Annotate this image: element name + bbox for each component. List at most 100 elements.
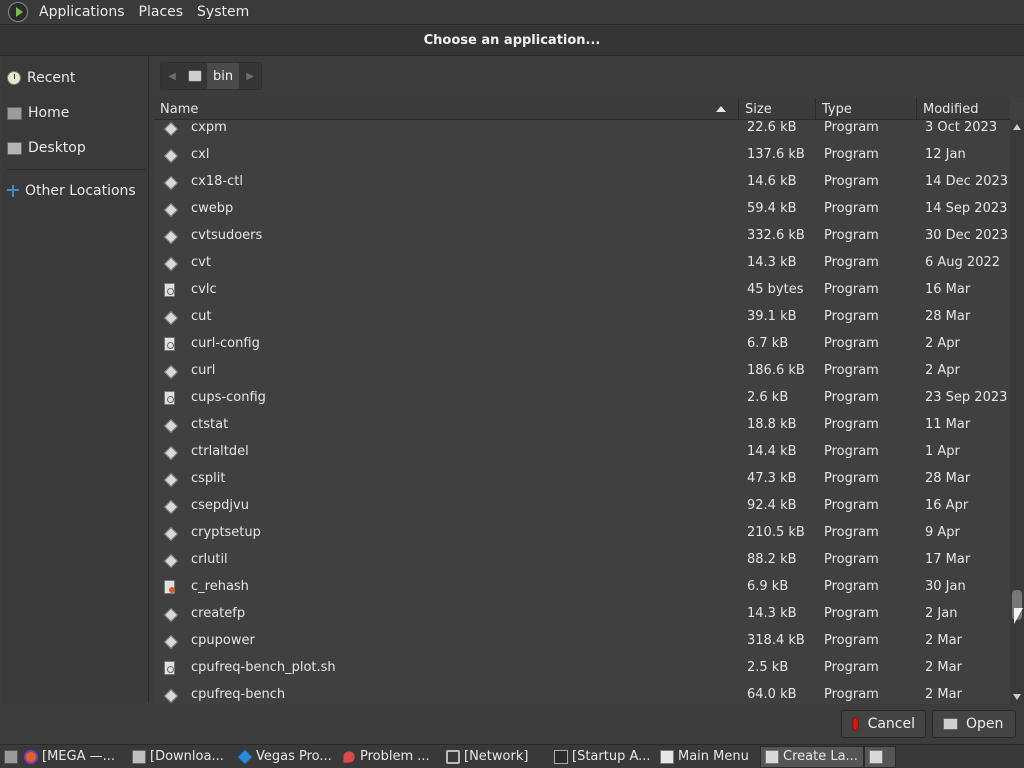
file-type: Program	[824, 552, 879, 567]
executable-icon	[164, 176, 176, 188]
executable-icon	[164, 257, 176, 269]
task-label: [MEGA —...	[42, 749, 115, 764]
file-icon-cell	[164, 546, 178, 573]
file-row[interactable]: cut 39.1 kB Program 28 Mar	[154, 303, 1010, 330]
column-size-header[interactable]: Size	[738, 98, 815, 120]
path-back-arrow-icon[interactable]: ◀	[161, 63, 183, 89]
file-name: cvt	[191, 255, 211, 270]
cancel-button[interactable]: Cancel	[841, 710, 926, 738]
column-name-header[interactable]: Name	[154, 98, 738, 120]
open-button[interactable]: Open	[932, 710, 1016, 738]
file-row[interactable]: cx18-ctl 14.6 kB Program 14 Dec 2023	[154, 168, 1010, 195]
column-modified-header[interactable]: Modified	[916, 98, 1010, 120]
file-row[interactable]: cvt 14.3 kB Program 6 Aug 2022	[154, 249, 1010, 276]
file-name: curl	[191, 363, 216, 378]
task-main-menu[interactable]: Main Menu	[656, 746, 760, 768]
path-crumb-current[interactable]: bin	[207, 63, 240, 89]
task-label: Create La...	[783, 749, 858, 764]
task-dialog[interactable]	[864, 745, 896, 768]
file-row[interactable]: csplit 47.3 kB Program 28 Mar	[154, 465, 1010, 492]
path-forward-arrow-icon[interactable]: ▶	[239, 63, 261, 89]
file-icon-cell	[164, 276, 178, 303]
sidebar-item-recent[interactable]: Recent	[2, 63, 149, 93]
file-row[interactable]: ctrlaltdel 14.4 kB Program 1 Apr	[154, 438, 1010, 465]
file-type: Program	[824, 417, 879, 432]
sidebar-item-desktop[interactable]: Desktop	[2, 133, 149, 163]
scroll-down-arrow-icon[interactable]	[1013, 694, 1021, 700]
file-row[interactable]: createfp 14.3 kB Program 2 Jan	[154, 600, 1010, 627]
script-icon	[164, 282, 175, 297]
file-row[interactable]: cpupower 318.4 kB Program 2 Mar	[154, 627, 1010, 654]
file-modified: 6 Aug 2022	[925, 255, 1001, 270]
file-row[interactable]: ctstat 18.8 kB Program 11 Mar	[154, 411, 1010, 438]
task-downloads[interactable]: [Downloa...	[128, 746, 234, 768]
network-icon	[446, 749, 460, 764]
file-row[interactable]: cryptsetup 210.5 kB Program 9 Apr	[154, 519, 1010, 546]
show-desktop-button[interactable]	[0, 746, 20, 768]
file-row[interactable]: curl-config 6.7 kB Program 2 Apr	[154, 330, 1010, 357]
file-modified: 2 Mar	[925, 687, 962, 702]
path-root-button[interactable]	[183, 63, 207, 89]
file-size: 210.5 kB	[747, 525, 805, 540]
task-mega[interactable]: [MEGA —...	[20, 746, 128, 768]
file-icon-cell	[164, 303, 178, 330]
task-problem[interactable]: Problem ...	[338, 746, 442, 768]
file-row[interactable]: cpufreq-bench_plot.sh 2.5 kB Program 2 Mar	[154, 654, 1010, 681]
task-network[interactable]: [Network]	[442, 746, 550, 768]
places-sidebar: Recent Home Desktop Other Locations	[2, 56, 149, 702]
task-startup[interactable]: [Startup A...	[550, 746, 656, 768]
task-create-launcher[interactable]: Create La...	[760, 745, 864, 768]
file-icon-cell	[164, 120, 178, 141]
file-icon-cell	[164, 330, 178, 357]
column-size-label: Size	[745, 101, 772, 117]
file-row[interactable]: cups-config 2.6 kB Program 23 Sep 2023	[154, 384, 1010, 411]
file-row[interactable]: cvtsudoers 332.6 kB Program 30 Dec 2023	[154, 222, 1010, 249]
file-icon-cell	[164, 141, 178, 168]
file-row[interactable]: cwebp 59.4 kB Program 14 Sep 2023	[154, 195, 1010, 222]
file-name: ctstat	[191, 417, 229, 432]
file-row[interactable]: cxl 137.6 kB Program 12 Jan	[154, 141, 1010, 168]
file-row[interactable]: crlutil 88.2 kB Program 17 Mar	[154, 546, 1010, 573]
file-name: cpufreq-bench	[191, 687, 286, 702]
file-row[interactable]: c_rehash 6.9 kB Program 30 Jan	[154, 573, 1010, 600]
file-row[interactable]: cpufreq-bench 64.0 kB Program 2 Mar	[154, 681, 1010, 704]
sidebar-item-home[interactable]: Home	[2, 98, 149, 128]
file-name: csepdjvu	[191, 498, 249, 513]
menu-applications[interactable]: Applications	[32, 4, 132, 20]
column-type-header[interactable]: Type	[815, 98, 916, 120]
sidebar-item-label: Other Locations	[25, 183, 136, 199]
scroll-up-arrow-icon[interactable]	[1013, 124, 1021, 130]
file-row[interactable]: cxpm 22.6 kB Program 3 Oct 2023	[154, 120, 1010, 141]
file-type: Program	[824, 174, 879, 189]
file-size: 22.6 kB	[747, 120, 797, 135]
file-name: cvtsudoers	[191, 228, 263, 243]
dialog-title-bar[interactable]: Choose an application...	[0, 26, 1024, 56]
file-type: Program	[824, 687, 879, 702]
file-type: Program	[824, 444, 879, 459]
executable-icon	[164, 473, 176, 485]
file-icon-cell	[164, 438, 178, 465]
network-icon	[7, 185, 19, 197]
file-name: cx18-ctl	[191, 174, 243, 189]
menu-places[interactable]: Places	[132, 4, 191, 20]
home-folder-icon	[7, 106, 22, 120]
file-modified: 16 Mar	[925, 282, 971, 297]
menu-system[interactable]: System	[190, 4, 256, 20]
sidebar-item-other-locations[interactable]: Other Locations	[2, 176, 149, 206]
file-size: 14.3 kB	[747, 606, 797, 621]
file-type: Program	[824, 255, 879, 270]
task-label: [Network]	[464, 749, 529, 764]
file-row[interactable]: csepdjvu 92.4 kB Program 16 Apr	[154, 492, 1010, 519]
file-type: Program	[824, 363, 879, 378]
file-row[interactable]: curl 186.6 kB Program 2 Apr	[154, 357, 1010, 384]
file-type: Program	[824, 120, 879, 135]
file-size: 14.6 kB	[747, 174, 797, 189]
file-icon-cell	[164, 600, 178, 627]
distro-logo-icon[interactable]	[8, 2, 28, 22]
launcher-icon	[765, 749, 779, 764]
task-vegas[interactable]: Vegas Pro...	[234, 746, 338, 768]
file-row[interactable]: cvlc 45 bytes Program 16 Mar	[154, 276, 1010, 303]
file-size: 318.4 kB	[747, 633, 805, 648]
file-modified: 23 Sep 2023	[925, 390, 1008, 405]
file-type: Program	[824, 282, 879, 297]
